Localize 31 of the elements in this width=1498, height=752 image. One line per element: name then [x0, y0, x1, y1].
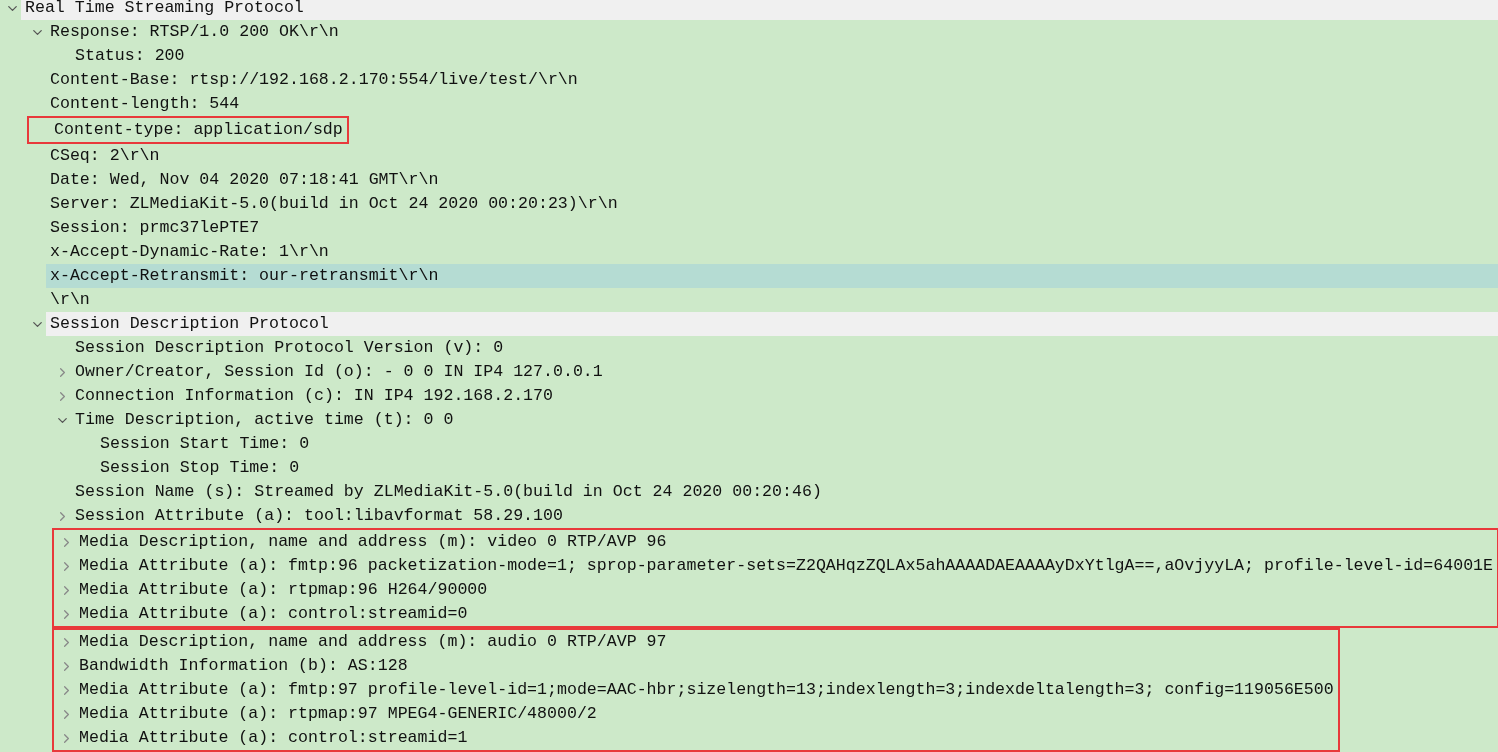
tree-row-label[interactable]: Status: 200 [71, 44, 1498, 68]
tree-row-label[interactable]: Media Attribute (a): control:streamid=0 [75, 602, 1498, 626]
tree-row-label[interactable]: Connection Information (c): IN IP4 192.168.2.170 [71, 384, 1498, 408]
tree-row-label[interactable]: Time Description, active time (t): 0 0 [71, 408, 1498, 432]
tree-row-label[interactable]: Media Attribute (a): fmtp:97 profile-level-id=1;mode=AAC-hbr;sizelength=13;indexlength=3;indexdeltalength=3; config=119056E500 [75, 678, 1338, 702]
tree-row-label[interactable]: Session Name (s): Streamed by ZLMediaKit-5.0(build in Oct 24 2020 00:20:46) [71, 480, 1498, 504]
tree-row-label[interactable]: Session: prmc37lePTE7 [46, 216, 1498, 240]
tree-row-label[interactable]: x-Accept-Dynamic-Rate: 1\r\n [46, 240, 1498, 264]
tree-row-label[interactable]: CSeq: 2\r\n [46, 144, 1498, 168]
tree-row-label[interactable]: Content-Base: rtsp://192.168.2.170:554/live/test/\r\n [46, 68, 1498, 92]
tree-row-label[interactable]: Content-type: application/sdp [50, 118, 347, 142]
tree-row-label[interactable]: Bandwidth Information (b): AS:128 [75, 654, 1338, 678]
tree-row-label[interactable]: Session Description Protocol [46, 312, 1498, 336]
tree-row-label[interactable]: Session Attribute (a): tool:libavformat 58.29.100 [71, 504, 1498, 528]
tree-row-label[interactable]: Media Attribute (a): rtpmap:97 MPEG4-GENERIC/48000/2 [75, 702, 1338, 726]
tree-row-label[interactable]: Session Start Time: 0 [96, 432, 1498, 456]
tree-row-label[interactable]: Session Stop Time: 0 [96, 456, 1498, 480]
tree-row-label[interactable]: Real Time Streaming Protocol [21, 0, 1498, 20]
tree-row-label[interactable]: Server: ZLMediaKit-5.0(build in Oct 24 2020 00:20:23)\r\n [46, 192, 1498, 216]
tree-row-label[interactable]: Media Attribute (a): fmtp:96 packetization-mode=1; sprop-parameter-sets=Z2QAHqzZQLAx5ahAAAADAEAAAAyDxYtlgA==,aOvjyyLA; profile-level-id=64001E [75, 554, 1498, 578]
tree-row-label[interactable]: Media Description, name and address (m): video 0 RTP/AVP 96 [75, 530, 1498, 554]
tree-row-label[interactable]: Response: RTSP/1.0 200 OK\r\n [46, 20, 1498, 44]
tree-row-label[interactable]: Owner/Creator, Session Id (o): - 0 0 IN IP4 127.0.0.1 [71, 360, 1498, 384]
tree-row-label[interactable]: Media Attribute (a): control:streamid=1 [75, 726, 1338, 750]
tree-row-label[interactable]: Media Attribute (a): rtpmap:96 H264/90000 [75, 578, 1498, 602]
tree-row-label[interactable]: \r\n [46, 288, 1498, 312]
tree-row-label[interactable]: Content-length: 544 [46, 92, 1498, 116]
tree-row-label[interactable]: Date: Wed, Nov 04 2020 07:18:41 GMT\r\n [46, 168, 1498, 192]
tree-row-label[interactable]: x-Accept-Retransmit: our-retransmit\r\n [46, 264, 1498, 288]
tree-row-label[interactable]: Session Description Protocol Version (v): 0 [71, 336, 1498, 360]
tree-row-label[interactable]: Media Description, name and address (m): audio 0 RTP/AVP 97 [75, 630, 1338, 654]
